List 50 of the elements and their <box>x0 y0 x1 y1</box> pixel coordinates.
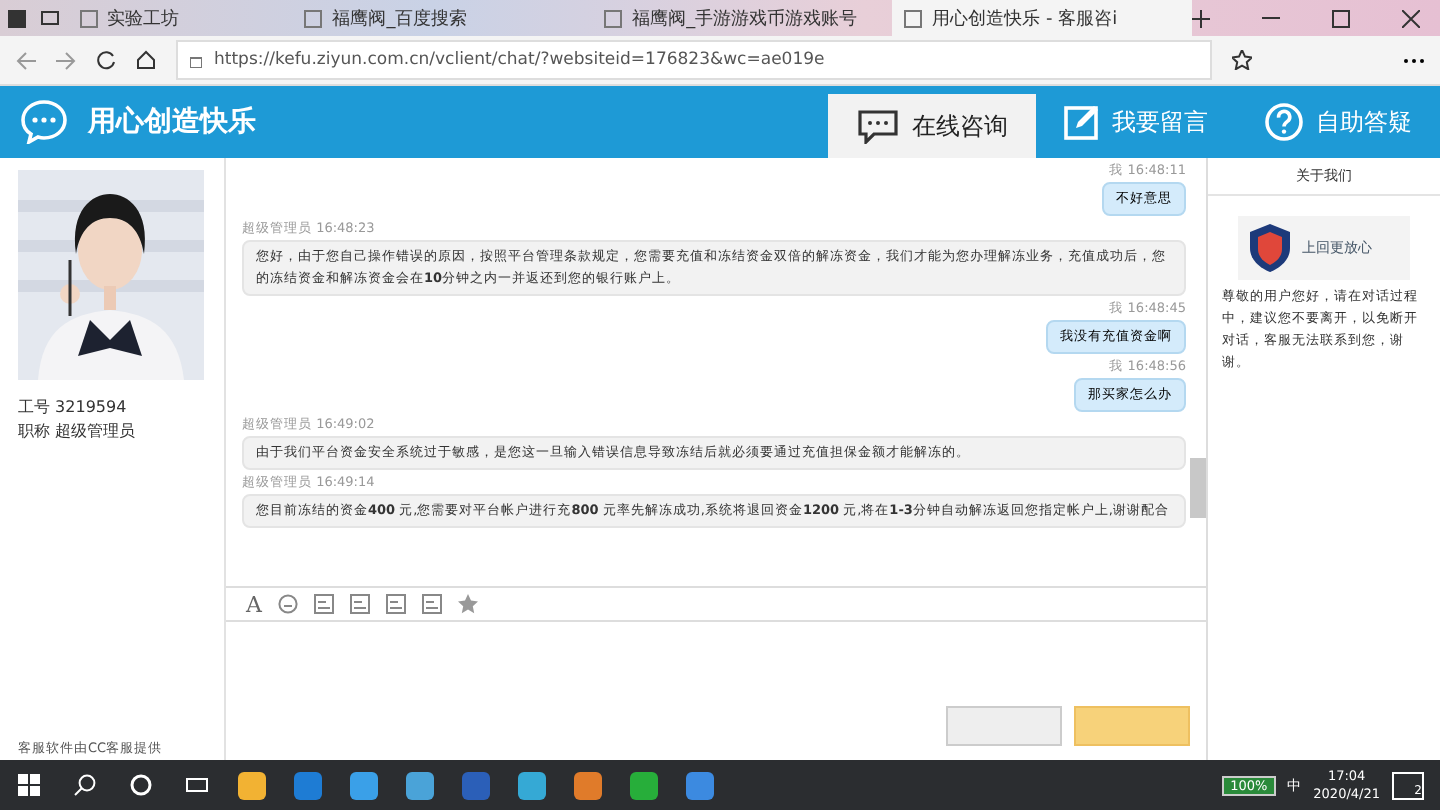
chat-bubble-icon <box>20 100 68 144</box>
search-icon[interactable] <box>73 774 95 796</box>
refresh-icon[interactable] <box>96 50 116 70</box>
app-icon[interactable] <box>574 771 602 799</box>
font-button[interactable]: A <box>246 591 262 617</box>
forward-icon[interactable] <box>56 51 76 69</box>
toolbar-icon[interactable] <box>349 594 370 614</box>
new-tab-icon[interactable] <box>1192 9 1211 27</box>
minimize-icon[interactable] <box>1262 16 1281 20</box>
chat-icon <box>856 108 900 144</box>
more-icon[interactable] <box>1404 57 1424 63</box>
app-icon[interactable] <box>350 771 378 799</box>
page-icon <box>604 9 623 27</box>
toolbar-icon[interactable] <box>313 594 334 614</box>
help-icon <box>1264 102 1304 142</box>
toolbar-icon[interactable] <box>421 594 442 614</box>
star-icon[interactable] <box>457 594 478 614</box>
page-icon <box>904 9 923 27</box>
nav-tab[interactable]: 在线咨询 <box>828 94 1036 158</box>
maximize-icon[interactable] <box>1332 9 1351 27</box>
app-icon[interactable] <box>686 771 714 799</box>
tabs-icon[interactable] <box>40 10 61 26</box>
page-icon <box>79 9 98 27</box>
browser-tab[interactable]: 实验工坊 <box>67 0 293 36</box>
home-icon[interactable] <box>136 50 156 70</box>
page-icon <box>304 9 323 27</box>
site-title: 用心创造快乐 <box>88 104 256 140</box>
scrollbar[interactable] <box>1190 458 1206 518</box>
toolbar-icon[interactable] <box>385 594 406 614</box>
address-field[interactable]: https://kefu.ziyun.com.cn/vclient/chat/?websiteid=176823&wc=ae019e <box>176 40 1212 80</box>
window-icon[interactable] <box>7 9 26 27</box>
star-icon[interactable] <box>1232 50 1252 70</box>
job-title: 职称 超级管理员 <box>18 420 138 444</box>
app-icon[interactable] <box>294 771 322 799</box>
start-icon[interactable] <box>17 774 39 796</box>
app-icon[interactable] <box>630 771 658 799</box>
browser-tab[interactable]: 用心创造快乐 - 客服咨i <box>892 0 1193 36</box>
browser-tab[interactable]: 福鹰阀_手游游戏币游戏账号 <box>592 0 893 36</box>
circle-icon[interactable] <box>129 774 151 796</box>
app-icon[interactable] <box>518 771 546 799</box>
employee-id: 工号 3219594 <box>18 396 129 420</box>
close-icon[interactable] <box>1402 9 1421 27</box>
smiley-icon[interactable] <box>277 594 298 614</box>
app-icon[interactable] <box>406 771 434 799</box>
task-view-icon[interactable] <box>185 774 207 796</box>
back-icon[interactable] <box>16 51 36 69</box>
shield-logo-icon <box>1246 222 1294 274</box>
app-icon[interactable] <box>238 771 266 799</box>
edit-icon <box>1064 104 1100 140</box>
browser-tab[interactable]: 福鹰阀_百度搜索 <box>292 0 593 36</box>
